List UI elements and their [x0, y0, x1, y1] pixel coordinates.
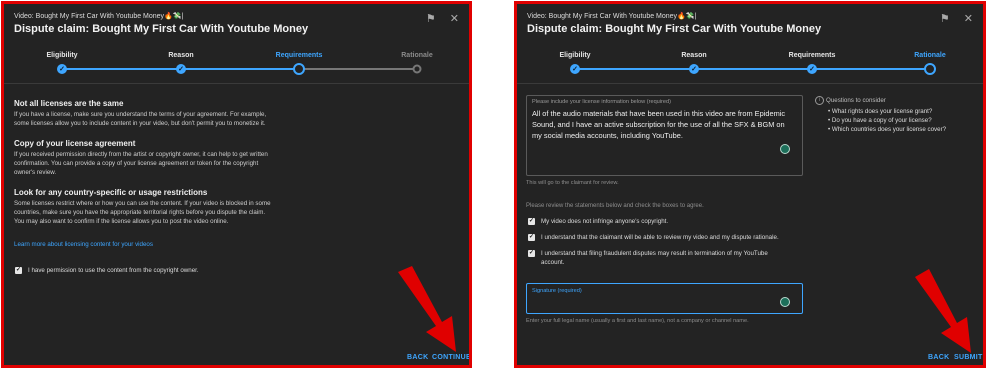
step-done-check-icon: ✓	[689, 64, 699, 74]
red-arrow-annotation	[915, 269, 971, 353]
learn-more-link[interactable]: Learn more about licensing content for y…	[14, 241, 153, 248]
dispute-dialog-rationale: Video: Bought My First Car With Youtube …	[514, 1, 986, 368]
statement-checkbox[interactable]: ✓	[528, 218, 535, 225]
license-info-label: Please include your license information …	[532, 99, 671, 105]
section-heading: Look for any country-specific or usage r…	[14, 188, 208, 197]
questions-list: What rights does your license grant? Do …	[828, 107, 946, 134]
step-done-check-icon: ✓	[176, 64, 186, 74]
grammarly-icon[interactable]	[780, 144, 790, 154]
section-paragraph: If you received permission directly from…	[14, 151, 268, 176]
section-heading: Copy of your license agreement	[14, 139, 136, 148]
statement-checkbox[interactable]: ✓	[528, 234, 535, 241]
step-label-eligibility: Eligibility	[559, 52, 591, 59]
step-label-requirements: Requirements	[275, 52, 323, 59]
red-arrow-annotation	[398, 266, 456, 352]
signature-helper-text: Enter your full legal name (usually a fi…	[526, 318, 749, 324]
step-todo-dot-icon	[412, 64, 422, 74]
step-label-eligibility: Eligibility	[46, 52, 78, 59]
step-label-reason: Reason	[681, 52, 707, 59]
grammarly-icon[interactable]	[780, 297, 790, 307]
dialog-title: Dispute claim: Bought My First Car With …	[14, 23, 309, 35]
feedback-flag-icon[interactable]: ⚑	[426, 12, 436, 25]
statement-label: I understand that the claimant will be a…	[541, 234, 779, 241]
step-done-check-icon: ✓	[57, 64, 67, 74]
step-label-rationale: Rationale	[914, 52, 946, 59]
statement-checkbox[interactable]: ✓	[528, 250, 535, 257]
video-title-line: Video: Bought My First Car With Youtube …	[527, 13, 697, 20]
permission-checkbox-label: I have permission to use the content fro…	[28, 267, 199, 274]
feedback-flag-icon[interactable]: ⚑	[940, 12, 950, 25]
questions-title: Questions to consider	[826, 97, 886, 104]
section-paragraph: If you have a license, make sure you und…	[14, 111, 267, 127]
statement-label: My video does not infringe anyone's copy…	[541, 218, 669, 225]
statement-label: I understand that filing fraudulent disp…	[541, 250, 768, 266]
close-icon[interactable]: ✕	[450, 12, 459, 25]
license-info-value[interactable]: All of the audio materials that have bee…	[532, 108, 785, 141]
info-icon: i	[815, 96, 824, 105]
close-icon[interactable]: ✕	[964, 12, 973, 25]
question-item: What rights does your license grant?	[828, 107, 946, 116]
dispute-dialog-requirements: Video: Bought My First Car With Youtube …	[1, 1, 472, 368]
question-item: Which countries does your license cover?	[828, 125, 946, 134]
step-current-ring-icon	[293, 63, 305, 75]
stepper-line-complete	[575, 68, 930, 70]
section-paragraph: Some licenses restrict where or how you …	[14, 200, 271, 225]
step-label-reason: Reason	[168, 52, 194, 59]
section-heading: Not all licenses are the same	[14, 99, 124, 108]
stepper-line-pending	[299, 68, 417, 70]
video-title-line: Video: Bought My First Car With Youtube …	[14, 13, 184, 20]
license-helper-text: This will go to the claimant for review.	[526, 180, 619, 186]
permission-checkbox[interactable]: ✓	[15, 267, 22, 274]
step-label-requirements: Requirements	[788, 52, 836, 59]
step-done-check-icon: ✓	[570, 64, 580, 74]
review-instructions: Please review the statements below and c…	[526, 203, 704, 209]
step-done-check-icon: ✓	[807, 64, 817, 74]
divider	[517, 83, 983, 84]
dialog-title: Dispute claim: Bought My First Car With …	[527, 23, 822, 35]
step-current-ring-icon	[924, 63, 936, 75]
step-label-rationale: Rationale	[401, 52, 433, 59]
signature-label: Signature (required)	[532, 288, 582, 294]
question-item: Do you have a copy of your license?	[828, 116, 946, 125]
divider	[4, 83, 469, 84]
